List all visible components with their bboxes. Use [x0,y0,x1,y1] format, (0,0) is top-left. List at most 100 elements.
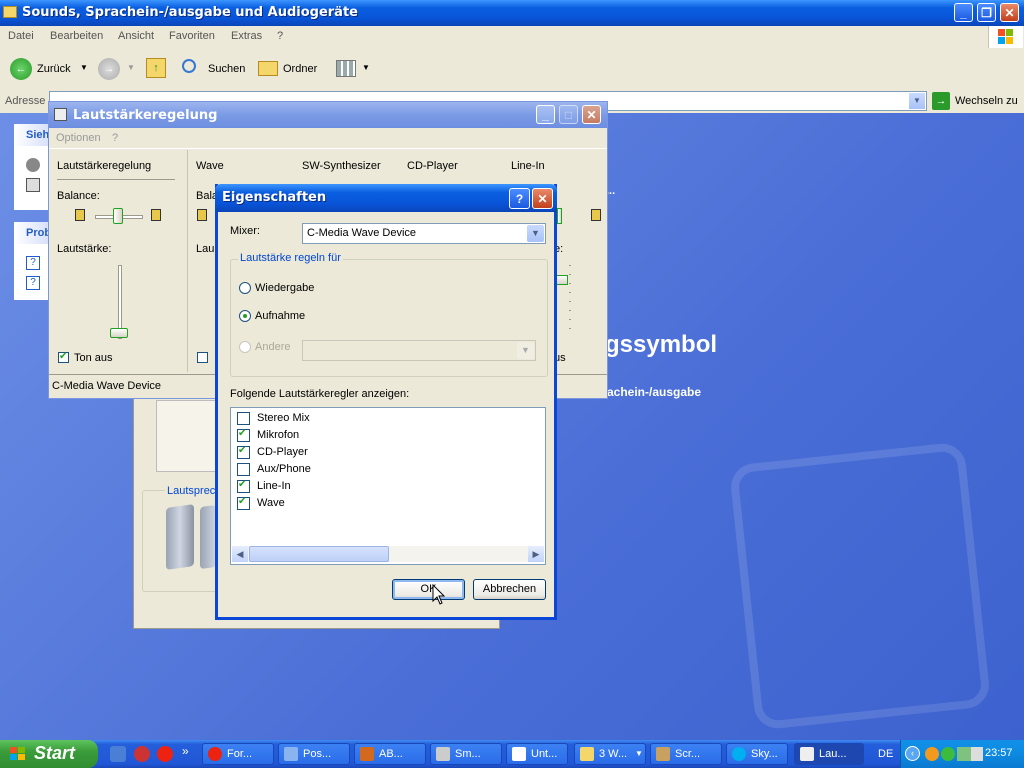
taskbar-item-sm[interactable]: Sm... [430,743,502,765]
scroll-left-icon[interactable]: ◀ [232,546,248,562]
mixer-maximize-button[interactable]: □ [559,105,578,124]
quicklaunch-media-icon[interactable] [134,746,150,762]
scroll-right-icon[interactable]: ▶ [528,546,544,562]
tray-icon-orange[interactable] [925,747,939,761]
volume-slider-thumb[interactable] [110,328,128,338]
mixer-menu-help[interactable]: ? [112,132,118,144]
forward-button[interactable]: → ▼ [96,57,138,81]
other-radio-label: Andere [255,341,291,353]
language-indicator[interactable]: DE [878,748,893,760]
chevron-down-icon: ▼ [127,63,135,72]
taskbar-item-ab[interactable]: AB... [354,743,426,765]
speaker-left-icon [75,209,85,221]
mute-checkbox[interactable] [58,351,69,363]
system-tray: ‹ 23:57 [900,740,1024,768]
folder-up-icon[interactable]: ↑ [146,58,166,78]
controls-listbox[interactable]: Stereo Mix Mikrofon CD-Player Aux/Phone Line… [230,407,546,565]
menu-help[interactable]: ? [277,30,283,42]
address-label: Adresse [5,95,46,107]
balance-slider-thumb[interactable] [113,208,123,224]
list-item-checkbox[interactable] [237,428,250,442]
tray-icon-network[interactable] [957,747,971,761]
mixer-titlebar[interactable]: Lautstärkeregelung _ □ ✕ [49,102,607,128]
speaker-icon [26,158,40,172]
list-item-checkbox[interactable] [237,479,250,493]
dropdown-arrow-icon[interactable]: ▼ [909,93,925,109]
view-button[interactable]: ▼ [334,57,370,81]
dialog-close-button[interactable]: ✕ [532,188,553,209]
playback-radio[interactable] [239,282,251,294]
quicklaunch-opera-icon[interactable] [157,746,173,762]
dialog-titlebar[interactable]: Eigenschaften ? ✕ [215,184,557,212]
list-item-label: Stereo Mix [257,412,310,424]
bg-link[interactable]: achein-/ausgabe [607,385,701,399]
windows-flag-icon [10,747,26,761]
menu-datei[interactable]: Datei [8,30,34,42]
taskbar-item-unt[interactable]: Unt... [506,743,568,765]
taskbar-item-sky[interactable]: Sky... [726,743,788,765]
playback-radio-label: Wiedergabe [255,282,315,294]
line-in-balance-thumb[interactable] [557,208,562,224]
list-item[interactable]: Wave [237,496,537,512]
go-button[interactable]: → Wechseln zu [932,91,1022,111]
list-item-checkbox[interactable] [237,496,250,510]
column-master-label: Lautstärkeregelung [57,160,152,172]
explorer-title: Sounds, Sprachein-/ausgabe und Audiogerä… [22,5,358,20]
wave-mute-checkbox[interactable] [197,352,208,363]
list-item[interactable]: Mikrofon [237,428,537,444]
taskbar-item-3w[interactable]: 3 W... ▼ [574,743,646,765]
speaker-right-icon [151,209,161,221]
list-item[interactable]: Aux/Phone [237,462,537,478]
list-item-checkbox[interactable] [237,463,250,476]
folders-button[interactable]: Ordner [256,57,326,81]
cancel-button[interactable]: Abbrechen [473,579,546,600]
list-item[interactable]: Stereo Mix [237,411,537,427]
view-grid-icon [336,60,356,77]
quicklaunch-explorer-icon[interactable] [110,746,126,762]
list-item[interactable]: CD-Player [237,445,537,461]
taskbar-item-scr[interactable]: Scr... [650,743,722,765]
chevron-down-icon: ▼ [527,225,544,242]
explorer-titlebar[interactable]: Sounds, Sprachein-/ausgabe und Audiogerä… [0,0,1024,26]
list-item-label: Wave [257,497,285,509]
menu-bearbeiten[interactable]: Bearbeiten [50,30,103,42]
start-button[interactable]: Start [0,740,98,768]
other-select[interactable]: ▼ [302,340,536,361]
mixer-menu-options[interactable]: Optionen [56,132,101,144]
help-icon: ? [26,256,40,270]
tray-expand-icon[interactable]: ‹ [905,746,920,761]
search-icon [182,59,196,73]
tray-icon-green[interactable] [941,747,955,761]
list-item-label: Aux/Phone [257,463,311,475]
menu-ansicht[interactable]: Ansicht [118,30,154,42]
forward-arrow-icon: → [98,58,120,80]
quicklaunch-expand-icon[interactable]: » [182,744,189,758]
taskbar-item-lau[interactable]: Lau... [794,743,864,765]
recording-radio[interactable] [239,310,251,322]
menu-favoriten[interactable]: Favoriten [169,30,215,42]
list-item[interactable]: Line-In [237,479,537,495]
list-item-checkbox[interactable] [237,445,250,459]
tray-icon-volume[interactable] [971,747,983,761]
dialog-title: Eigenschaften [222,190,327,205]
dialog-help-button[interactable]: ? [509,188,530,209]
mixer-close-button[interactable]: ✕ [582,105,601,124]
mixer-minimize-button[interactable]: _ [536,105,555,124]
minimize-button[interactable]: _ [954,3,973,22]
list-item-checkbox[interactable] [237,412,250,425]
other-radio[interactable] [239,341,251,353]
horizontal-scrollbar[interactable]: ◀ ▶ [232,546,544,562]
taskbar-item-pos[interactable]: Pos... [278,743,350,765]
close-button[interactable]: ✕ [1000,3,1019,22]
chevron-down-icon: ▼ [80,63,88,72]
ok-button[interactable]: OK [392,579,465,600]
menu-extras[interactable]: Extras [231,30,262,42]
maximize-button[interactable]: ❐ [977,3,996,22]
mixer-title: Lautstärkeregelung [73,108,218,123]
scrollbar-thumb[interactable] [249,546,389,562]
search-button[interactable]: Suchen [180,57,250,81]
back-button[interactable]: ← Zurück ▼ [8,57,90,81]
mixer-select[interactable]: C-Media Wave Device ▼ [302,223,546,244]
taskbar-item-for[interactable]: For... [202,743,274,765]
mixer-select-value: C-Media Wave Device [307,227,417,239]
